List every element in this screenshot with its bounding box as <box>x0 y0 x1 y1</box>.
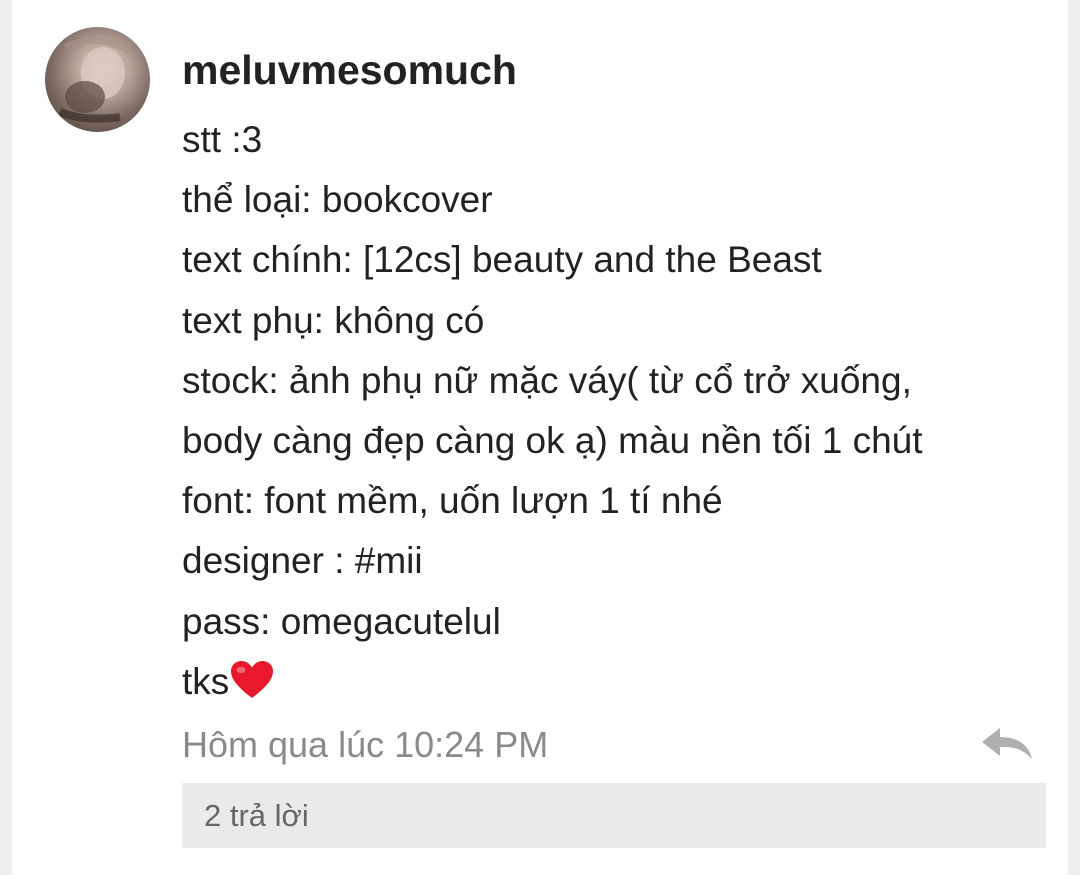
timestamp: Hôm qua lúc 10:24 PM <box>182 724 549 765</box>
view-replies-button[interactable]: 2 trả lời <box>182 783 1046 848</box>
username[interactable]: meluvmesomuch <box>182 42 517 98</box>
comment-line: font: font mềm, uốn lượn 1 tí nhé <box>182 480 723 522</box>
comment-line: pass: omegacutelul <box>182 600 501 642</box>
heart-icon <box>229 658 275 698</box>
comment-line: text phụ: không có <box>182 299 485 341</box>
comment-line-last: tks <box>182 652 1052 712</box>
comment-line: thể loại: bookcover <box>182 179 493 221</box>
replies-count-label: 2 trả lời <box>204 798 309 833</box>
reply-icon[interactable] <box>978 724 1036 764</box>
avatar[interactable] <box>45 27 150 132</box>
comment-line-text: tks <box>182 660 230 702</box>
comment-body: stt :3 thể loại: bookcover text chính: [… <box>182 110 1052 712</box>
comment-line: text chính: [12cs] beauty and the Beast <box>182 239 822 281</box>
comment-line: stt :3 <box>182 119 263 160</box>
comment-line: body càng đẹp càng ok ạ) màu nền tối 1 c… <box>182 419 923 461</box>
comment-card: meluvmesomuch stt :3 thể loại: bookcover… <box>12 0 1068 875</box>
comment-line: stock: ảnh phụ nữ mặc váy( từ cổ trở xuố… <box>182 359 912 401</box>
comment-line: designer : #mii <box>182 540 423 582</box>
